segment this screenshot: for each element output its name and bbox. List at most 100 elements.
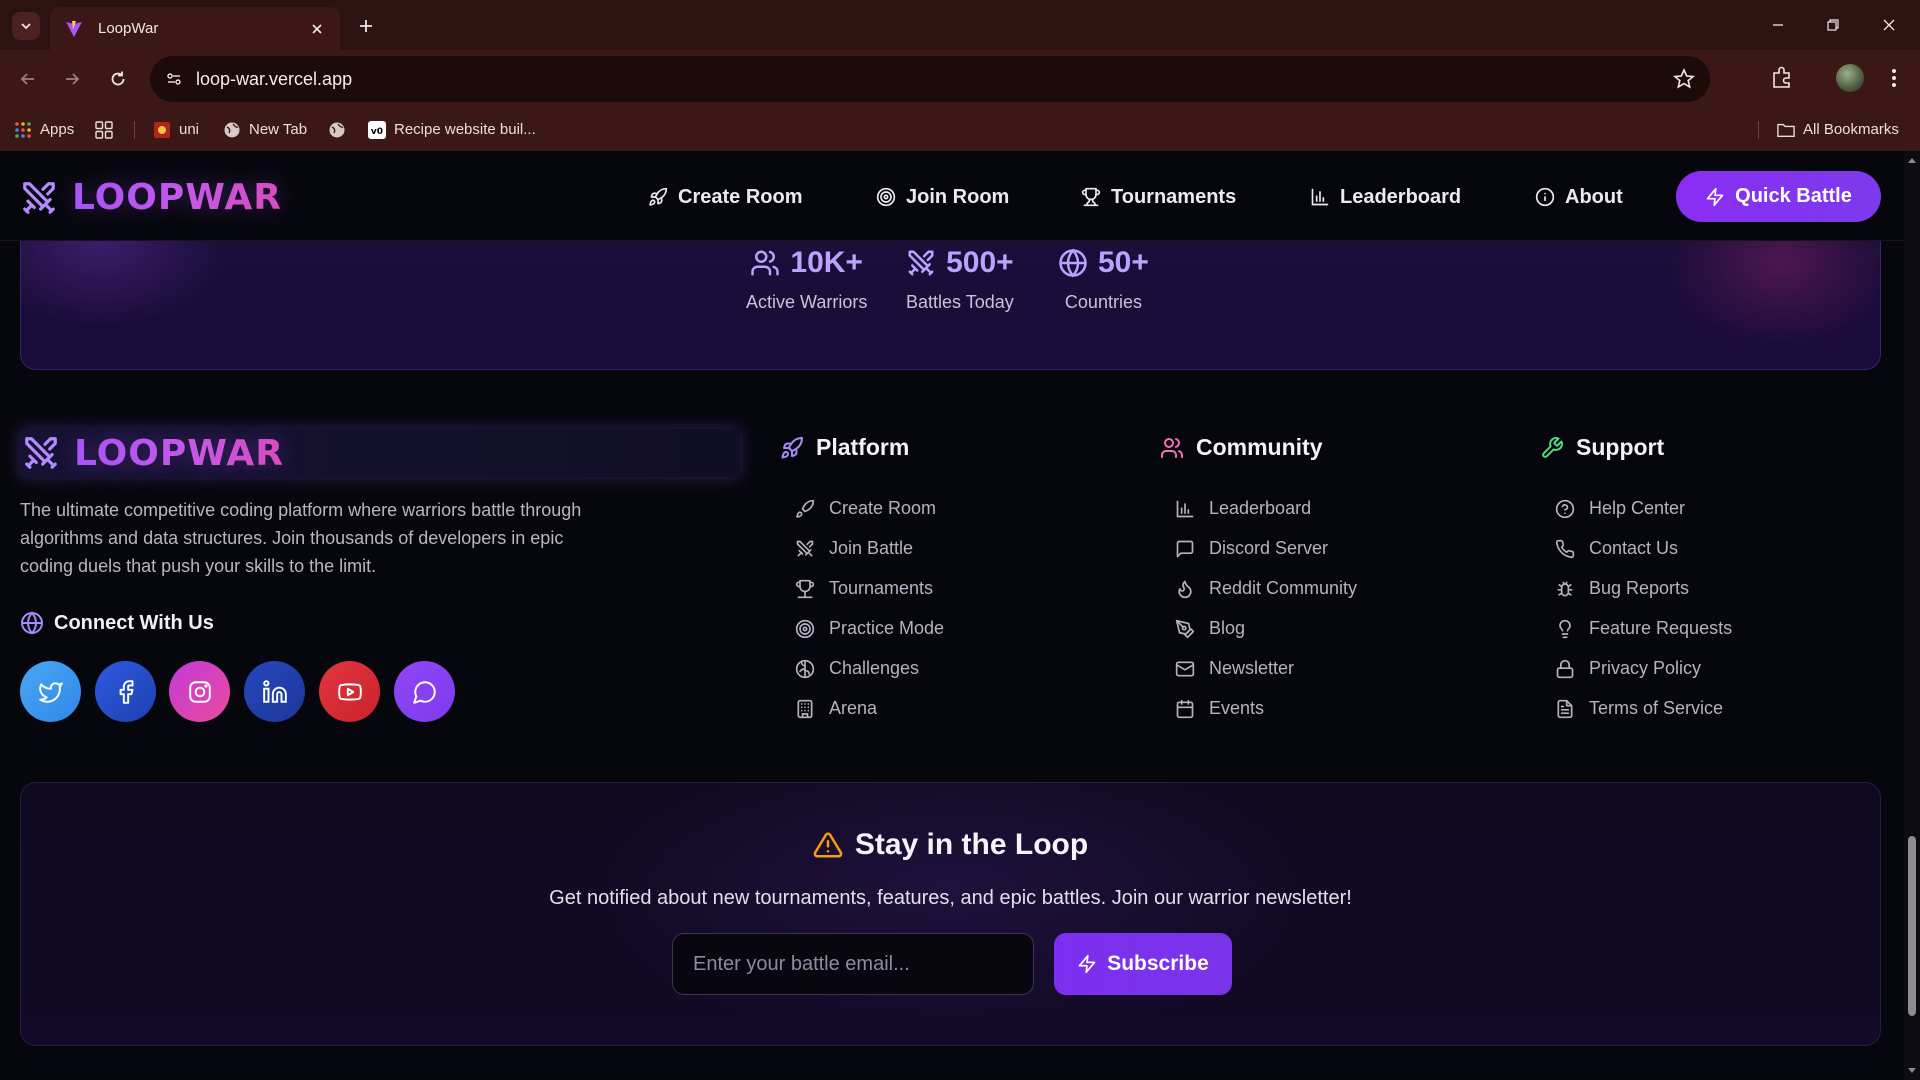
bug-icon — [1557, 581, 1573, 596]
column-title: Support — [1576, 434, 1665, 460]
newsletter-heading: Stay in the Loop — [21, 828, 1880, 862]
profile-avatar[interactable] — [1836, 64, 1864, 92]
bookmark-label: Apps — [40, 121, 75, 138]
reload-button[interactable] — [103, 64, 133, 94]
footer-link-terms[interactable]: Terms of Service — [1555, 698, 1723, 719]
nav-link-label: Create Room — [678, 185, 803, 208]
vite-favicon-icon — [66, 20, 82, 37]
url-text[interactable]: loop-war.vercel.app — [196, 69, 352, 90]
footer-link-newsletter[interactable]: Newsletter — [1175, 658, 1294, 679]
scroll-thumb[interactable] — [1908, 836, 1916, 1016]
bookmark-tab-groups[interactable] — [95, 108, 113, 151]
footer-link-label: Bug Reports — [1589, 578, 1690, 598]
bookmark-recipe[interactable]: v0 Recipe website buil... — [368, 108, 536, 151]
tab-search-button[interactable] — [12, 12, 40, 40]
v0-favicon-icon: v0 — [368, 120, 386, 139]
tab-close-icon[interactable] — [308, 20, 326, 38]
platform-heading: Platform — [780, 434, 909, 461]
bookmark-label: Recipe website buil... — [394, 121, 536, 138]
footer-link-label: Terms of Service — [1589, 698, 1724, 718]
footer-brand[interactable]: LOOPWAR — [20, 429, 740, 477]
nav-leaderboard[interactable]: Leaderboard — [1310, 181, 1461, 213]
stat-value: 10K+ — [790, 246, 863, 279]
bookmark-new-tab[interactable]: New Tab — [223, 108, 307, 151]
extensions-icon[interactable] — [1768, 64, 1796, 92]
footer-link-contact-us[interactable]: Contact Us — [1555, 538, 1678, 559]
footer-link-label: Events — [1209, 698, 1265, 718]
nav-about[interactable]: About — [1535, 181, 1623, 213]
subscribe-label: Subscribe — [1107, 952, 1209, 975]
all-bookmarks[interactable]: All Bookmarks — [1777, 108, 1899, 151]
bookmark-star-icon[interactable] — [1672, 67, 1696, 91]
quick-battle-button[interactable]: Quick Battle — [1676, 171, 1881, 222]
footer-link-help-center[interactable]: Help Center — [1555, 498, 1685, 519]
footer-link-tournaments[interactable]: Tournaments — [795, 578, 933, 599]
footer-link-privacy-policy[interactable]: Privacy Policy — [1555, 658, 1701, 679]
site-info-icon[interactable] — [160, 65, 188, 93]
stat-countries: 50+ Countries — [1058, 246, 1149, 313]
nav-tournaments[interactable]: Tournaments — [1081, 181, 1236, 213]
footer-link-label: Discord Server — [1209, 538, 1329, 558]
footer-link-label: Newsletter — [1209, 658, 1295, 678]
youtube-icon — [337, 682, 362, 701]
footer-link-discord[interactable]: Discord Server — [1175, 538, 1328, 559]
subscribe-button[interactable]: Subscribe — [1054, 933, 1232, 995]
instagram-button[interactable] — [169, 661, 230, 722]
browser-toolbar: loop-war.vercel.app — [0, 50, 1920, 108]
arrow-right-icon — [66, 73, 80, 85]
footer-link-leaderboard[interactable]: Leaderboard — [1175, 498, 1311, 519]
chevron-down-icon — [21, 23, 31, 30]
bookmark-uni[interactable]: uni — [153, 108, 199, 151]
brand-logo[interactable]: LOOPWAR — [20, 177, 282, 218]
restore-button[interactable] — [1820, 12, 1846, 38]
all-bookmarks-label: All Bookmarks — [1803, 121, 1899, 138]
swords-icon — [796, 540, 814, 556]
footer-link-blog[interactable]: Blog — [1175, 618, 1245, 639]
new-tab-button[interactable] — [354, 14, 378, 38]
facebook-button[interactable] — [95, 661, 156, 722]
kebab-menu-icon[interactable] — [1882, 64, 1906, 92]
address-bar[interactable]: loop-war.vercel.app — [150, 56, 1710, 102]
back-button[interactable] — [13, 64, 43, 94]
footer-link-practice-mode[interactable]: Practice Mode — [795, 618, 944, 639]
building-icon — [797, 699, 813, 718]
linkedin-button[interactable] — [244, 661, 305, 722]
footer-link-create-room[interactable]: Create Room — [795, 498, 936, 519]
chat-icon — [412, 680, 436, 704]
forward-button[interactable] — [57, 64, 87, 94]
footer-link-feature-requests[interactable]: Feature Requests — [1555, 618, 1732, 639]
footer-link-challenges[interactable]: Challenges — [795, 658, 919, 679]
twitter-icon — [38, 681, 63, 703]
bookmark-separator — [1758, 121, 1759, 139]
page-scrollbar[interactable] — [1904, 151, 1920, 1080]
bookmark-apps[interactable]: Apps — [14, 108, 74, 151]
footer-link-join-battle[interactable]: Join Battle — [795, 538, 913, 559]
twitter-button[interactable] — [20, 661, 81, 722]
nav-join-room[interactable]: Join Room — [876, 181, 1009, 213]
close-window-button[interactable] — [1876, 12, 1902, 38]
globe-icon — [1059, 248, 1087, 278]
footer-link-bug-reports[interactable]: Bug Reports — [1555, 578, 1689, 599]
youtube-button[interactable] — [319, 661, 380, 722]
nav-create-room[interactable]: Create Room — [648, 181, 802, 213]
bookmark-separator — [134, 121, 135, 139]
email-input[interactable] — [672, 933, 1034, 995]
tab-strip: LoopWar — [0, 0, 1920, 50]
footer-link-reddit[interactable]: Reddit Community — [1175, 578, 1357, 599]
footer-link-events[interactable]: Events — [1175, 698, 1264, 719]
scroll-up-icon[interactable] — [1907, 155, 1917, 165]
stat-battles-today: 500+ Battles Today — [906, 246, 1014, 313]
scroll-down-icon[interactable] — [1907, 1066, 1917, 1076]
chat-button[interactable] — [394, 661, 455, 722]
footer-link-arena[interactable]: Arena — [795, 698, 877, 719]
bookmark-label: New Tab — [249, 121, 308, 138]
tab-title: LoopWar — [98, 20, 159, 37]
minimize-button[interactable] — [1765, 12, 1791, 38]
column-title: Community — [1196, 434, 1323, 460]
browser-tab[interactable]: LoopWar — [50, 7, 340, 50]
globe-icon — [21, 611, 43, 635]
swords-icon — [908, 250, 934, 276]
bookmark-globe[interactable] — [328, 108, 346, 151]
connect-heading: Connect With Us — [20, 611, 214, 635]
stat-active-warriors: 10K+ Active Warriors — [746, 246, 867, 313]
